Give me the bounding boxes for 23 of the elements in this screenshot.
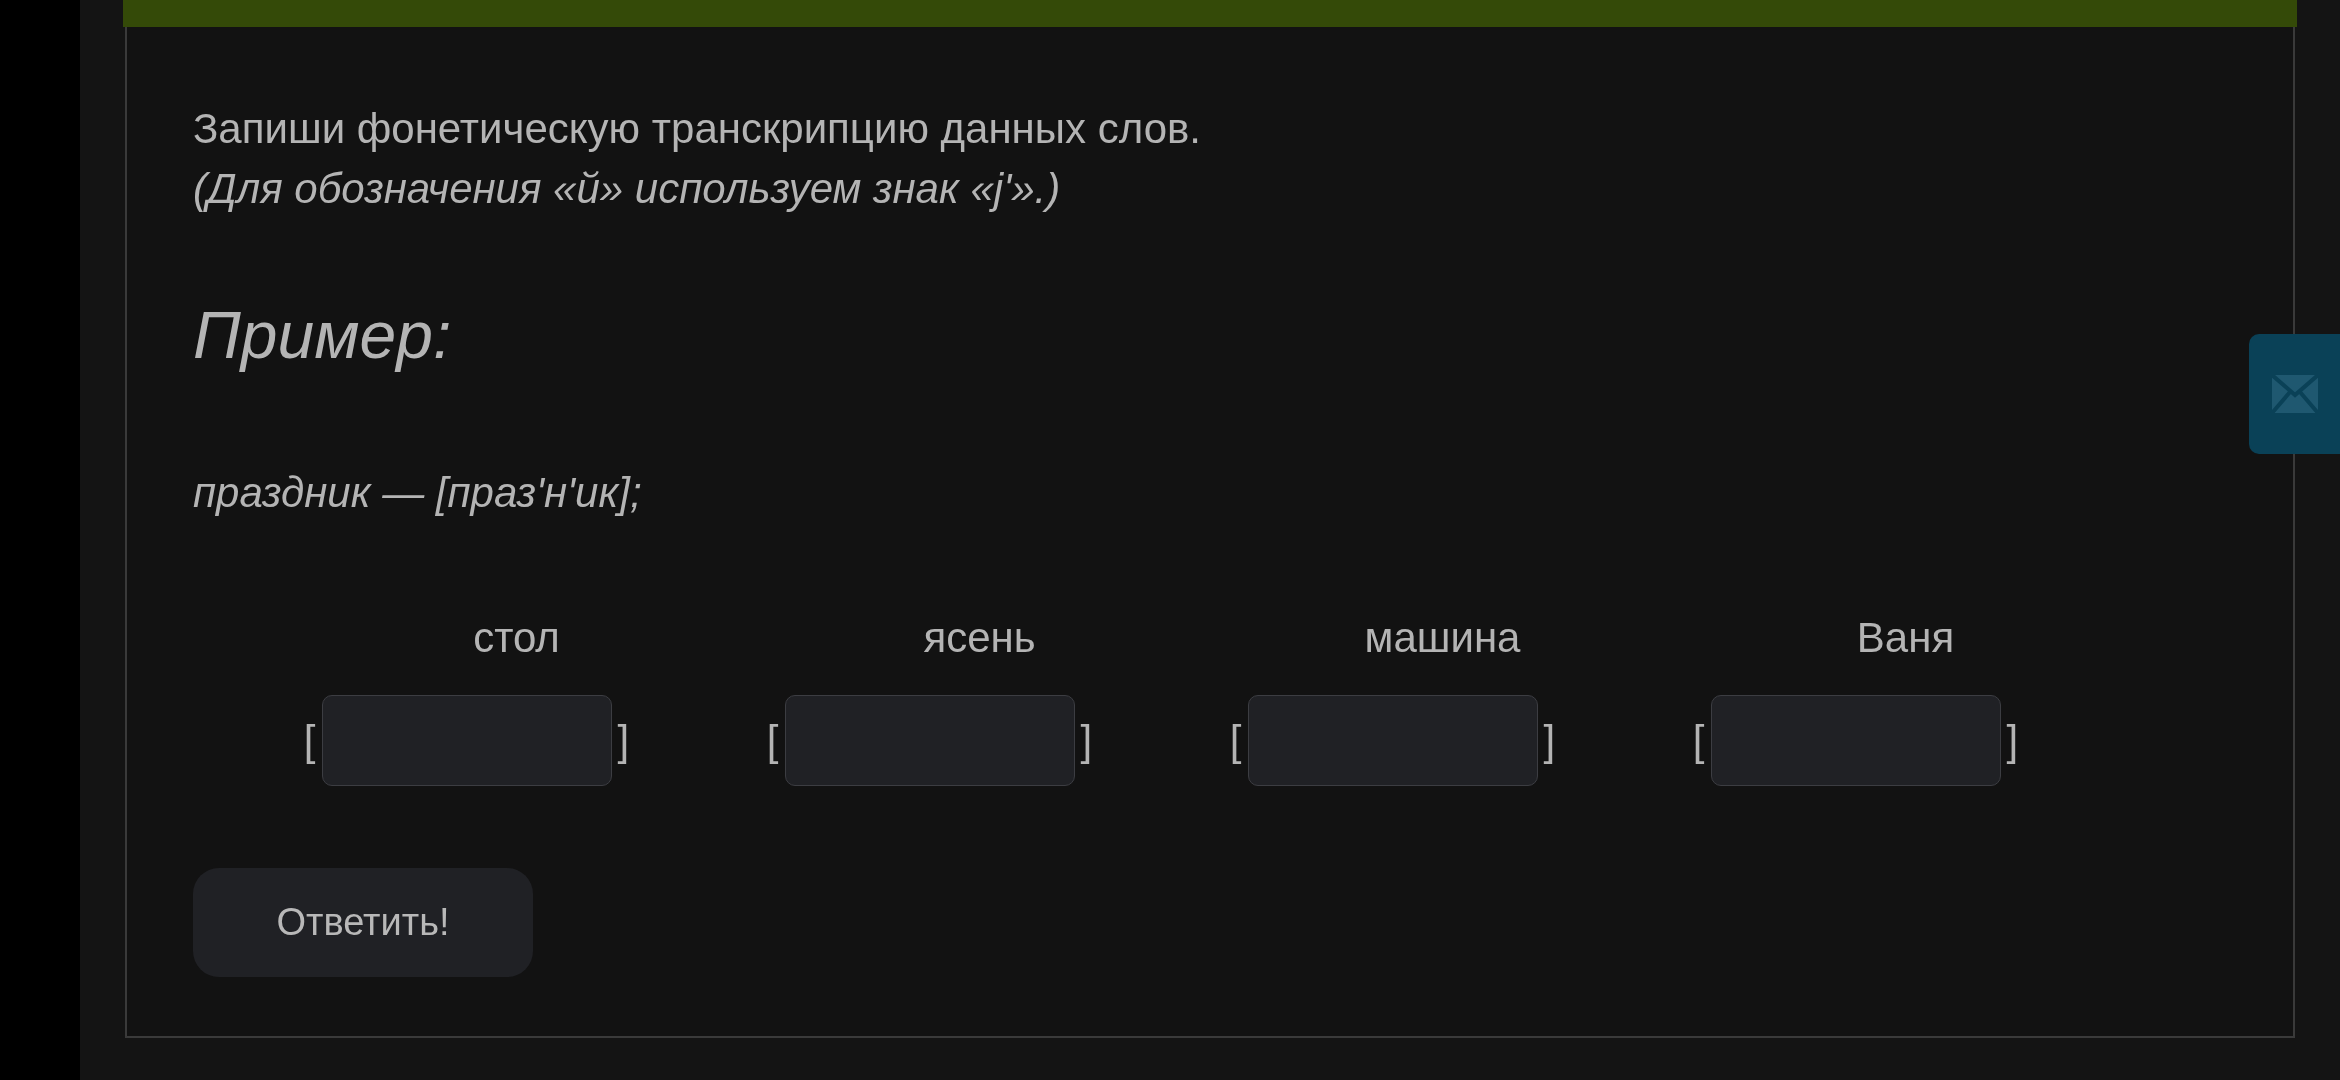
word-label: ясень (923, 613, 1036, 663)
mail-icon (2271, 375, 2318, 413)
example-heading: Пример: (193, 297, 453, 374)
bracket: [ (766, 716, 779, 765)
mail-button[interactable] (2249, 334, 2340, 454)
note-text: (Для обозначения «й» используем знак «j'».) (193, 164, 1062, 214)
instruction-text: Запиши фонетическую транскрипцию данных слов. (193, 104, 1202, 154)
transcription-field[interactable] (784, 695, 1075, 786)
word-label: машина (1364, 613, 1521, 663)
transcription-field[interactable] (321, 695, 612, 786)
example-text: праздник — [праз'н'ик]; (193, 468, 643, 518)
bracket: [ (1692, 716, 1705, 765)
transcription-field[interactable] (1247, 695, 1538, 786)
submit-button[interactable]: Ответить! (193, 868, 533, 977)
bracket: [ (1229, 716, 1242, 765)
bracket: ] (1543, 716, 1556, 765)
word-label: стол (473, 613, 560, 663)
bracket: ] (1080, 716, 1093, 765)
bracket: [ (303, 716, 316, 765)
bracket: ] (2006, 716, 2019, 765)
bracket: ] (617, 716, 630, 765)
transcription-field[interactable] (1710, 695, 2001, 786)
word-label: Ваня (1856, 613, 1955, 663)
